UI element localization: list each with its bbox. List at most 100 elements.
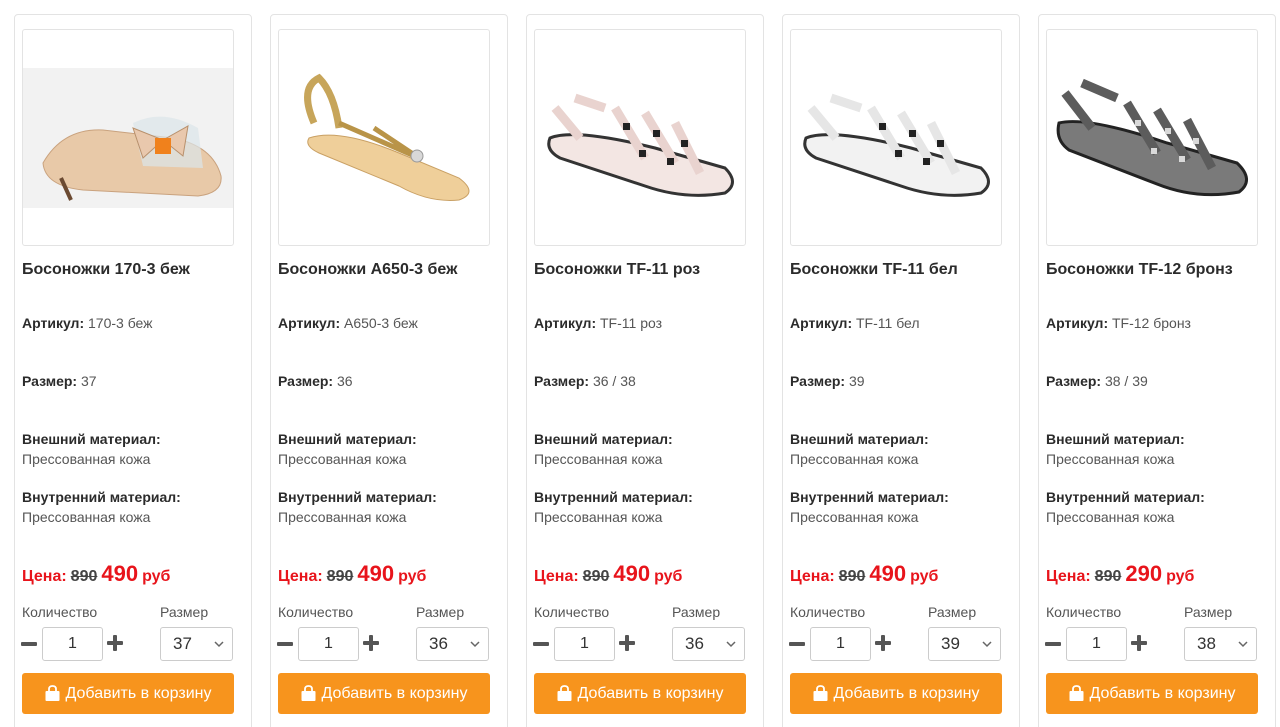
size-select[interactable]: 37 — [160, 627, 233, 661]
product-title[interactable]: Босоножки 170-3 беж — [22, 261, 248, 279]
inner-material: Внутренний материал: Прессованная кожа — [278, 487, 504, 527]
product-size: Размер: 38 / 39 — [1046, 371, 1272, 391]
sandal-image — [1047, 68, 1257, 208]
size-select[interactable]: 36 — [416, 627, 489, 661]
size-value: 39 — [848, 373, 865, 389]
product-card: Босоножки TF-12 бронз Артикул: TF-12 бро… — [1038, 14, 1276, 727]
add-to-cart-button[interactable]: Добавить в корзину — [22, 673, 234, 714]
quantity-input[interactable] — [554, 627, 615, 661]
product-image[interactable] — [534, 29, 746, 246]
decrease-quantity-button[interactable] — [533, 642, 549, 646]
size-select[interactable]: 38 — [1184, 627, 1257, 661]
quantity-input[interactable] — [298, 627, 359, 661]
outer-material-value: Прессованная кожа — [790, 451, 919, 467]
size-select[interactable]: 36 — [672, 627, 745, 661]
decrease-quantity-button[interactable] — [1045, 642, 1061, 646]
article-value: TF-11 роз — [600, 315, 663, 331]
inner-material-label: Внутренний материал: — [534, 489, 693, 505]
shopping-bag-icon — [1069, 685, 1084, 701]
price-label: Цена: — [278, 568, 323, 585]
product-size: Размер: 36 / 38 — [534, 371, 760, 391]
sandal-image — [23, 68, 233, 208]
chevron-down-icon — [214, 641, 224, 648]
quantity-label: Количество — [278, 604, 354, 620]
outer-material-label: Внешний материал: — [22, 431, 161, 447]
price-label: Цена: — [1046, 568, 1091, 585]
outer-material-label: Внешний материал: — [534, 431, 673, 447]
price-block: Цена: 890 490 руб — [278, 561, 426, 587]
size-select-label: Размер — [416, 604, 465, 620]
decrease-quantity-button[interactable] — [789, 642, 805, 646]
product-card: Босоножки 170-3 беж Артикул: 170-3 беж Р… — [14, 14, 252, 727]
outer-material-label: Внешний материал: — [278, 431, 417, 447]
decrease-quantity-button[interactable] — [277, 642, 293, 646]
size-label: Размер: — [278, 373, 334, 389]
product-image[interactable] — [1046, 29, 1258, 246]
inner-material-label: Внутренний материал: — [278, 489, 437, 505]
add-to-cart-label: Добавить в корзину — [65, 684, 212, 702]
size-label: Размер: — [790, 373, 846, 389]
increase-quantity-button[interactable] — [875, 635, 891, 651]
product-size: Размер: 37 — [22, 371, 248, 391]
product-title[interactable]: Босоножки TF-11 бел — [790, 261, 1016, 279]
outer-material: Внешний материал: Прессованная кожа — [790, 429, 1016, 469]
chevron-down-icon — [470, 641, 480, 648]
product-card: Босоножки TF-11 бел Артикул: TF-11 бел Р… — [782, 14, 1020, 727]
article-value: TF-11 бел — [856, 315, 920, 331]
quantity-input[interactable] — [42, 627, 103, 661]
product-image[interactable] — [790, 29, 1002, 246]
current-price: 490 — [357, 561, 395, 586]
increase-quantity-button[interactable] — [107, 635, 123, 651]
current-price: 490 — [101, 561, 139, 586]
inner-material-label: Внутренний материал: — [22, 489, 181, 505]
old-price: 890 — [326, 568, 354, 585]
outer-material-label: Внешний материал: — [790, 431, 929, 447]
add-to-cart-button[interactable]: Добавить в корзину — [534, 673, 746, 714]
size-value: 38 / 39 — [1104, 373, 1148, 389]
inner-material: Внутренний материал: Прессованная кожа — [22, 487, 248, 527]
add-to-cart-button[interactable]: Добавить в корзину — [1046, 673, 1258, 714]
product-title[interactable]: Босоножки TF-12 бронз — [1046, 261, 1272, 279]
inner-material-value: Прессованная кожа — [790, 509, 919, 525]
sandal-image — [791, 68, 1001, 208]
product-article: Артикул: TF-11 бел — [790, 313, 1016, 333]
inner-material: Внутренний материал: Прессованная кожа — [790, 487, 1016, 527]
add-to-cart-button[interactable]: Добавить в корзину — [790, 673, 1002, 714]
chevron-down-icon — [726, 641, 736, 648]
selected-size: 38 — [1197, 634, 1216, 653]
inner-material-value: Прессованная кожа — [534, 509, 663, 525]
add-to-cart-label: Добавить в корзину — [577, 684, 724, 702]
outer-material: Внешний материал: Прессованная кожа — [278, 429, 504, 469]
shopping-bag-icon — [813, 685, 828, 701]
selected-size: 36 — [685, 634, 704, 653]
increase-quantity-button[interactable] — [363, 635, 379, 651]
increase-quantity-button[interactable] — [1131, 635, 1147, 651]
currency: руб — [654, 568, 683, 585]
quantity-input[interactable] — [1066, 627, 1127, 661]
price-block: Цена: 890 490 руб — [790, 561, 938, 587]
quantity-label: Количество — [1046, 604, 1122, 620]
size-label: Размер: — [1046, 373, 1102, 389]
current-price: 490 — [613, 561, 651, 586]
product-title[interactable]: Босоножки A650-3 беж — [278, 261, 504, 279]
size-select-label: Размер — [672, 604, 721, 620]
article-value: A650-3 беж — [344, 315, 418, 331]
product-card: Босоножки TF-11 роз Артикул: TF-11 роз Р… — [526, 14, 764, 727]
product-image[interactable] — [22, 29, 234, 246]
size-value: 36 / 38 — [592, 373, 636, 389]
old-price: 890 — [1094, 568, 1122, 585]
size-select[interactable]: 39 — [928, 627, 1001, 661]
product-title[interactable]: Босоножки TF-11 роз — [534, 261, 760, 279]
product-image[interactable] — [278, 29, 490, 246]
add-to-cart-button[interactable]: Добавить в корзину — [278, 673, 490, 714]
decrease-quantity-button[interactable] — [21, 642, 37, 646]
product-article: Артикул: TF-12 бронз — [1046, 313, 1272, 333]
article-label: Артикул: — [22, 315, 85, 331]
add-to-cart-label: Добавить в корзину — [1089, 684, 1236, 702]
product-article: Артикул: 170-3 беж — [22, 313, 248, 333]
size-select-label: Размер — [928, 604, 977, 620]
increase-quantity-button[interactable] — [619, 635, 635, 651]
chevron-down-icon — [982, 641, 992, 648]
quantity-input[interactable] — [810, 627, 871, 661]
outer-material-value: Прессованная кожа — [278, 451, 407, 467]
